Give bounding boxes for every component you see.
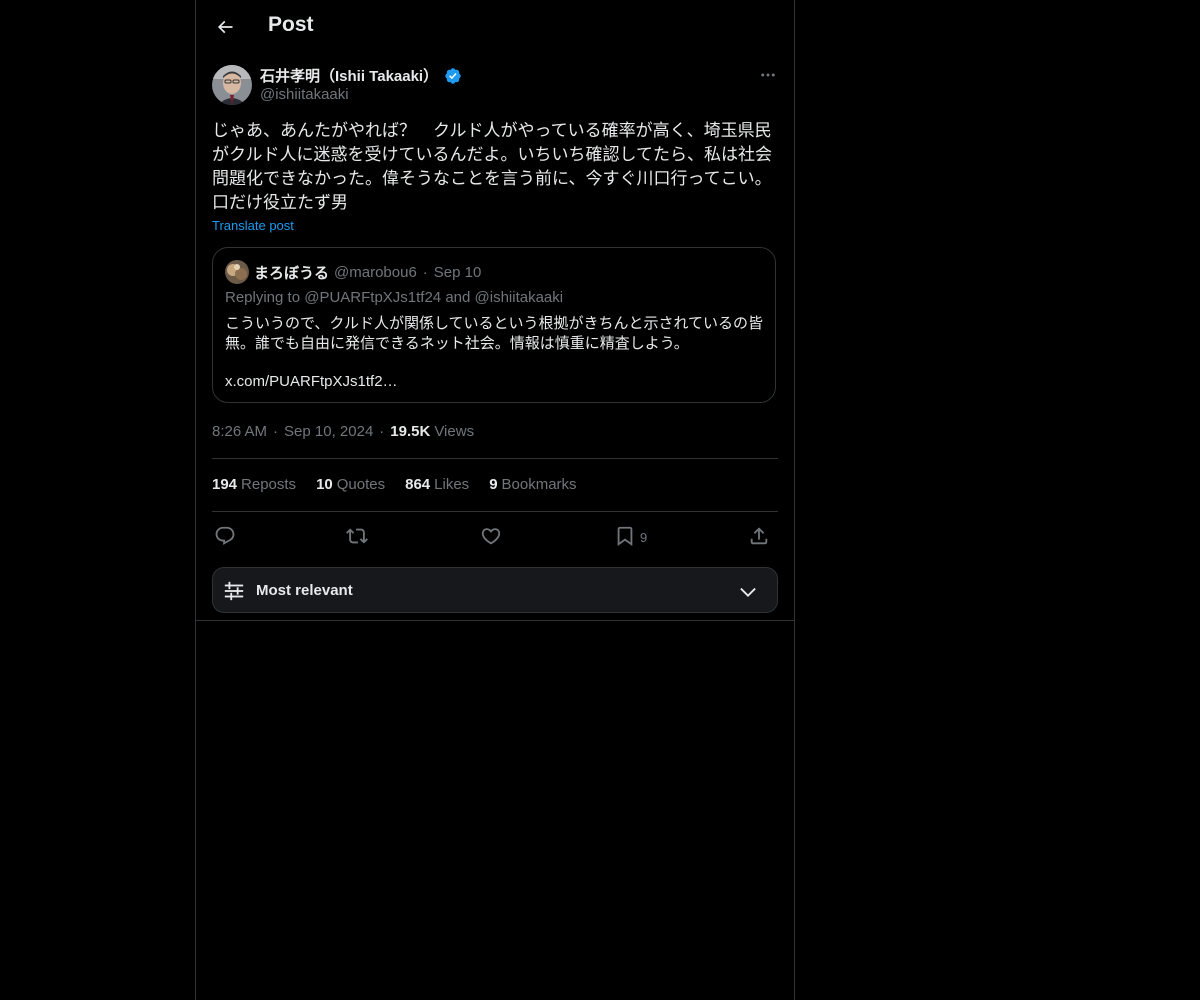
author-handle[interactable]: @ishiitakaaki bbox=[260, 86, 349, 103]
author-name: 石井孝明（Ishii Takaaki） bbox=[260, 68, 439, 85]
like-button[interactable] bbox=[480, 520, 502, 552]
reply-button[interactable] bbox=[214, 520, 236, 552]
quote-link: x.com/PUARFtpXJs1tf2… bbox=[225, 373, 398, 390]
quote-author-name: まろぼうる bbox=[254, 265, 330, 282]
post-date[interactable]: Sep 10, 2024 bbox=[284, 423, 373, 440]
avatar-image bbox=[212, 65, 252, 105]
verified-badge-icon bbox=[445, 67, 461, 84]
heart-icon bbox=[481, 528, 501, 545]
author-avatar[interactable] bbox=[212, 65, 252, 105]
post-text: じゃあ、あんたがやれば？ クルド人がやっている確率が高く、埼玉県民がクルド人に迷… bbox=[212, 121, 772, 212]
bookmark-action-count: 9 bbox=[640, 529, 648, 545]
back-arrow-icon bbox=[217, 20, 233, 34]
author-name-row[interactable]: 石井孝明（Ishii Takaaki） bbox=[260, 65, 462, 86]
page-title: Post bbox=[268, 13, 314, 36]
quotes-stat[interactable]: 10 Quotes bbox=[316, 476, 385, 493]
quoted-post-card[interactable]: まろぼうる @marobou6 · Sep 10 Replying to @PU… bbox=[212, 247, 776, 403]
back-button[interactable] bbox=[208, 10, 242, 44]
more-options-button[interactable] bbox=[754, 64, 782, 86]
quotes-count: 10 bbox=[316, 476, 333, 493]
quote-replying-to: Replying to @PUARFtpXJs1tf24 and @ishiit… bbox=[225, 289, 564, 306]
reposts-label: Reposts bbox=[241, 476, 297, 493]
bookmarks-stat[interactable]: 9 Bookmarks bbox=[489, 476, 576, 493]
post-time[interactable]: 8:26 AM bbox=[212, 423, 267, 440]
divider bbox=[212, 458, 778, 459]
views-label: Views bbox=[434, 423, 475, 440]
reposts-count: 194 bbox=[212, 476, 238, 493]
separator-dot: · bbox=[422, 264, 428, 281]
more-options-icon bbox=[761, 73, 775, 77]
separator-dot: · bbox=[379, 423, 385, 440]
bookmarks-count: 9 bbox=[489, 476, 498, 493]
bookmark-button[interactable]: 9 bbox=[614, 520, 647, 552]
reply-sort-selector[interactable]: Most relevant bbox=[212, 567, 778, 613]
action-bar: 9 bbox=[212, 520, 778, 552]
quote-author-handle: @marobou6 bbox=[334, 264, 417, 281]
quote-text: こういうので、クルド人が関係しているという根拠がきちんと示されているの皆無。誰で… bbox=[225, 315, 764, 352]
bookmarks-label: Bookmarks bbox=[501, 476, 577, 493]
quote-date: Sep 10 bbox=[433, 264, 482, 281]
share-button[interactable] bbox=[748, 520, 770, 552]
translate-post-link[interactable]: Translate post bbox=[212, 218, 294, 233]
share-icon bbox=[750, 527, 768, 545]
quote-meta: まろぼうる @marobou6 · Sep 10 bbox=[254, 262, 481, 283]
repost-button[interactable] bbox=[346, 520, 368, 552]
quotes-label: Quotes bbox=[336, 476, 386, 493]
reposts-stat[interactable]: 194 Reposts bbox=[212, 476, 296, 493]
sort-label: Most relevant bbox=[256, 582, 353, 599]
divider bbox=[212, 511, 778, 512]
chevron-down-icon bbox=[740, 587, 756, 597]
engagement-stats: 194 Reposts 10 Quotes 864 Likes 9 Bookma… bbox=[212, 476, 597, 493]
quote-author-avatar bbox=[225, 260, 249, 284]
quote-avatar-image bbox=[225, 260, 249, 284]
likes-label: Likes bbox=[434, 476, 470, 493]
post-detail-column: Post 石井孝明（Ishii Takaaki） @ishiitakaaki じ… bbox=[195, 0, 795, 1000]
bookmark-icon bbox=[617, 526, 633, 547]
header: Post bbox=[196, 0, 794, 53]
reply-icon bbox=[215, 526, 235, 545]
views-count: 19.5K bbox=[390, 423, 431, 440]
divider bbox=[196, 620, 794, 621]
likes-stat[interactable]: 864 Likes bbox=[405, 476, 469, 493]
separator-dot: · bbox=[273, 423, 279, 440]
repost-icon bbox=[346, 528, 368, 544]
post-timestamp-row: 8:26 AM · Sep 10, 2024 · 19.5K Views bbox=[212, 423, 474, 440]
sliders-icon bbox=[224, 581, 244, 601]
likes-count: 864 bbox=[405, 476, 431, 493]
